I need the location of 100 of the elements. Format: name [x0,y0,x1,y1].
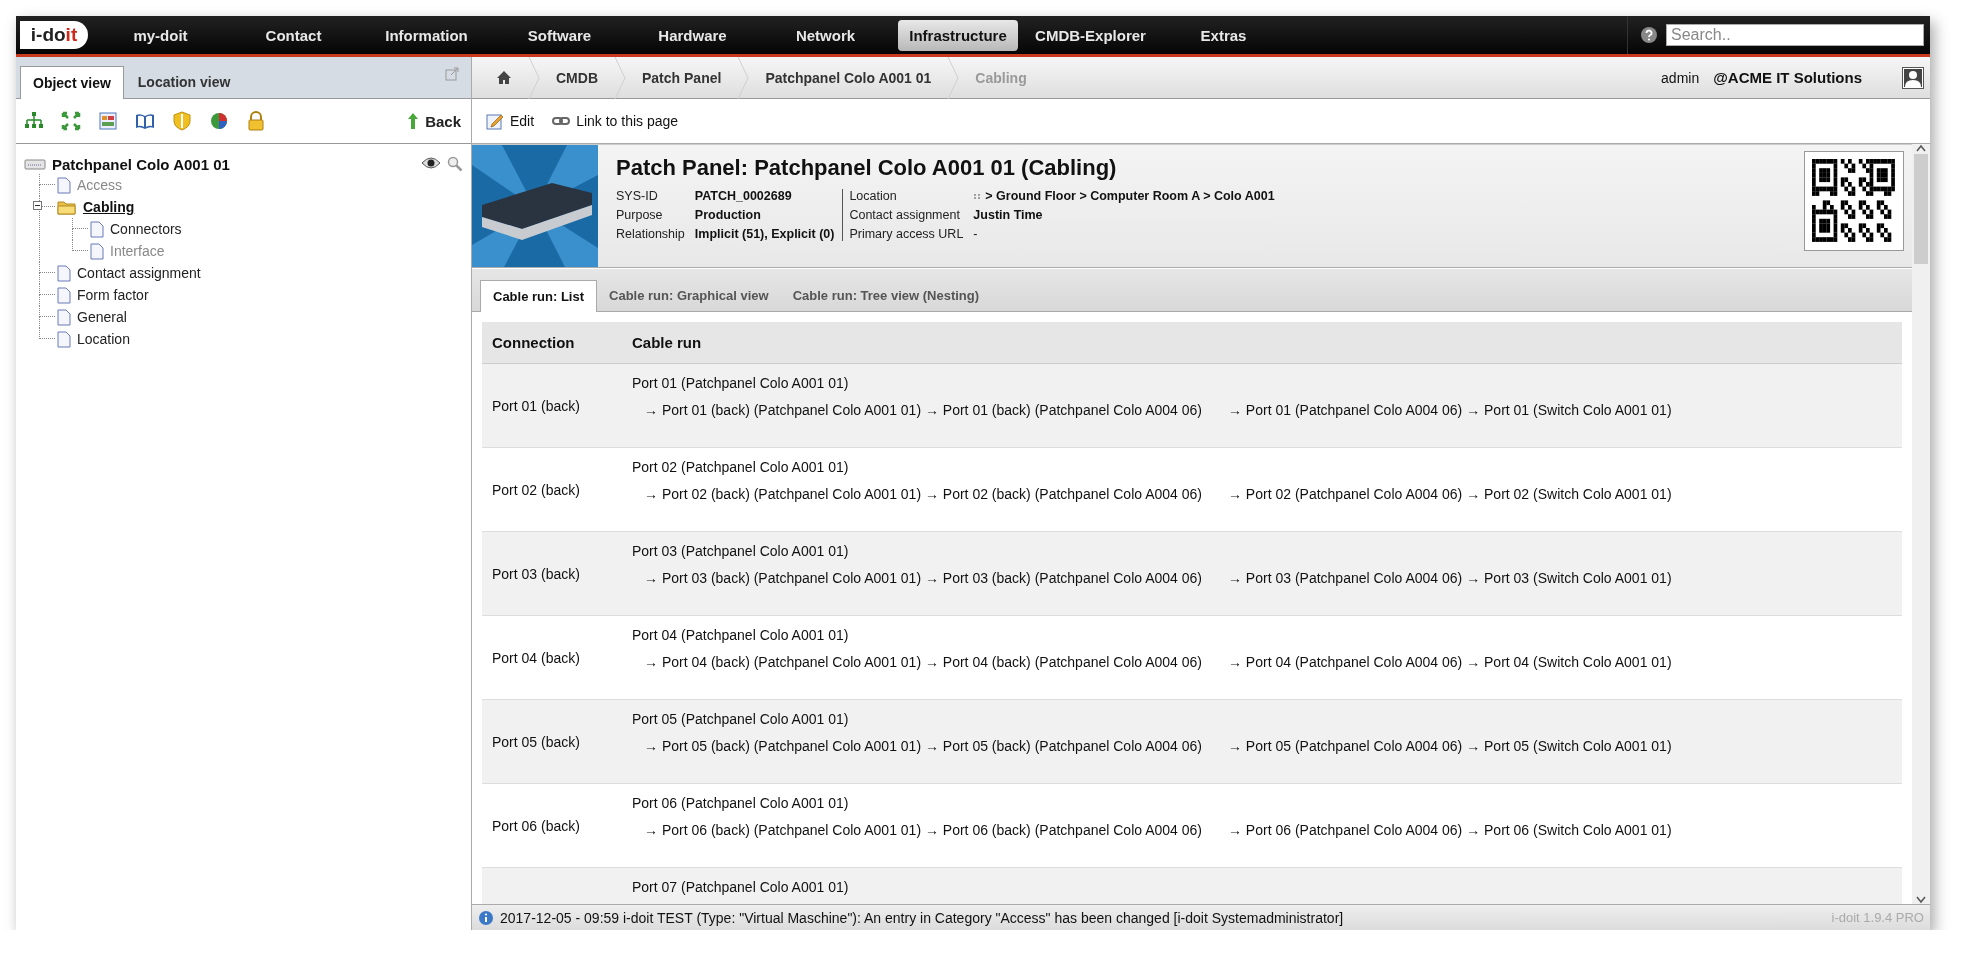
nav-menu-item[interactable]: Extras [1157,20,1290,50]
breadcrumb-link[interactable]: Patch Panel [626,69,738,86]
connection-cell-text: Port 06 (back) [491,817,581,834]
tree-item[interactable]: Contact assignment [77,265,201,281]
chevron-divider [947,56,960,99]
user-name[interactable]: admin [1661,69,1700,86]
nav-menu-item[interactable]: Contact [227,20,360,50]
field-value: - [973,227,979,241]
home-icon[interactable] [496,70,512,85]
cable-run-path: → Port 04 (back) (Patchpanel Colo A001 01) → Port 04 (back) (Patchpanel Colo A004 06) [644,654,1202,670]
tree-root-label[interactable]: Patchpanel Colo A001 01 [52,155,230,173]
tree-item[interactable]: Interface [110,243,165,259]
breadcrumb-link[interactable]: CMDB [540,69,614,86]
tree-item[interactable]: Connectors [110,221,182,237]
cable-run-path: → Port 06 (back) (Patchpanel Colo A001 01) → Port 06 (back) (Patchpanel Colo A004 06) [644,822,1202,838]
page-icon [57,264,71,282]
field-value: Justin Time [973,208,1044,222]
chain-link-icon [552,116,571,126]
search-icon[interactable] [447,156,463,172]
help-icon[interactable] [1640,26,1658,44]
cable-run-path: → Port 05 (back) (Patchpanel Colo A001 01) → Port 05 (back) (Patchpanel Colo A004 06) [644,738,1202,754]
column-header: Connection [491,334,576,351]
page-icon [57,176,71,194]
tree-item[interactable]: Cabling [83,199,135,215]
pie-chart-icon[interactable] [209,111,229,131]
nav-menu-item[interactable]: Hardware [626,20,759,50]
breadcrumb-link[interactable]: Patchpanel Colo A001 01 [749,69,948,86]
back-button[interactable]: Back [405,110,463,132]
object-title: Patch Panel: Patchpanel Colo A001 01 (Cabling) [616,155,1118,181]
expand-arrows-icon[interactable] [61,111,81,131]
field-value: Implicit (51), Explicit (0) [694,227,835,241]
cable-run-start: Port 07 (Patchpanel Colo A001 01) [632,879,850,895]
cable-run-path: → Port 05 (Patchpanel Colo A004 06) → Port 05 (Switch Colo A001 01) [1228,738,1672,754]
connection-cell-text: Port 05 (back) [491,733,581,750]
tree-item[interactable]: Access [77,177,123,193]
nav-menu-item[interactable]: my-doit [94,20,227,50]
connection-cell-text: Port 01 (back) [491,397,581,414]
cable-run-path: → Port 01 (Patchpanel Colo A004 06) → Port 01 (Switch Colo A001 01) [1228,402,1672,418]
padlock-icon[interactable] [246,111,266,131]
cable-run-start: Port 06 (Patchpanel Colo A001 01) [632,795,850,811]
field-value: > Ground Floor > Computer Room A > Colo A001 [985,189,1275,203]
view-tab[interactable]: Cable run: List [480,280,597,312]
field-label: Relationship [616,227,685,241]
cable-run-path: → Port 03 (Patchpanel Colo A004 06) → Port 03 (Switch Colo A001 01) [1228,570,1672,586]
cable-run-path: → Port 03 (back) (Patchpanel Colo A001 01) → Port 03 (back) (Patchpanel Colo A004 06) [644,570,1202,586]
panel-tab[interactable]: Object view [20,66,124,99]
cable-run-path: → Port 06 (Patchpanel Colo A004 06) → Port 06 (Switch Colo A001 01) [1228,822,1672,838]
hierarchy-icon[interactable] [24,111,44,131]
scroll-up-icon[interactable] [1916,144,1926,152]
collapse-toggle[interactable] [33,201,42,210]
cable-run-path: → Port 02 (Patchpanel Colo A004 06) → Port 02 (Switch Colo A001 01) [1228,486,1672,502]
panel-tab[interactable]: Location view [125,66,243,98]
edit-button[interactable]: Edit [484,110,537,132]
form-grid-icon[interactable] [98,111,118,131]
cable-run-start: Port 04 (Patchpanel Colo A001 01) [632,627,850,643]
nav-menu-item[interactable]: Software [493,20,626,50]
page-icon [57,286,71,304]
page-icon [90,242,104,260]
page-icon [57,330,71,348]
field-value: Production [694,208,762,222]
eye-icon[interactable] [421,156,441,170]
page-icon [90,220,104,238]
field-label: Location [849,189,898,203]
scrollbar-thumb[interactable] [1914,154,1928,264]
info-icon [478,909,494,926]
nav-menu-item[interactable]: Infrastructure [898,19,1018,51]
up-arrow-icon [407,112,420,130]
cable-run-path: → Port 02 (back) (Patchpanel Colo A001 01) → Port 02 (back) (Patchpanel Colo A004 06) [644,486,1202,502]
shield-icon[interactable] [172,111,192,131]
tree-item[interactable]: Form factor [77,287,149,303]
cable-run-start: Port 03 (Patchpanel Colo A001 01) [632,543,850,559]
chevron-divider [528,56,540,99]
book-icon[interactable] [135,111,155,131]
folder-icon [57,199,77,215]
nav-menu-item[interactable]: Information [360,20,493,50]
cable-run-start: Port 02 (Patchpanel Colo A001 01) [632,459,850,475]
connection-cell-text: Port 03 (back) [491,565,581,582]
logo[interactable]: i-doit [20,21,88,49]
nav-menu-item[interactable]: Network [759,20,892,50]
tree-item[interactable]: Location [77,331,130,347]
chevron-divider [614,56,626,99]
scroll-down-icon[interactable] [1916,896,1926,904]
link-button[interactable]: Link to this page [550,111,681,131]
version-label: i-doit 1.9.4 PRO [1831,910,1924,925]
cable-run-path: → Port 01 (back) (Patchpanel Colo A001 01) → Port 01 (back) (Patchpanel Colo A004 06) [644,402,1202,418]
view-tab[interactable]: Cable run: Graphical view [597,280,781,311]
search-field[interactable]: Search.. [1666,24,1924,46]
field-label: Purpose [616,208,664,222]
avatar-icon[interactable] [1902,66,1924,89]
location-icon [973,192,982,200]
cable-run-path: → Port 04 (Patchpanel Colo A004 06) → Port 04 (Switch Colo A001 01) [1228,654,1672,670]
tenant-name[interactable]: @ACME IT Solutions [1713,69,1862,86]
device-icon [24,157,46,171]
view-tab[interactable]: Cable run: Tree view (Nesting) [780,280,992,311]
cable-run-start: Port 05 (Patchpanel Colo A001 01) [632,711,850,727]
field-label: SYS-ID [616,189,659,203]
tree-item[interactable]: General [77,309,127,325]
cable-run-start: Port 01 (Patchpanel Colo A001 01) [632,375,850,391]
column-header: Cable run [631,334,703,351]
nav-menu-item[interactable]: CMDB-Explorer [1024,20,1157,50]
